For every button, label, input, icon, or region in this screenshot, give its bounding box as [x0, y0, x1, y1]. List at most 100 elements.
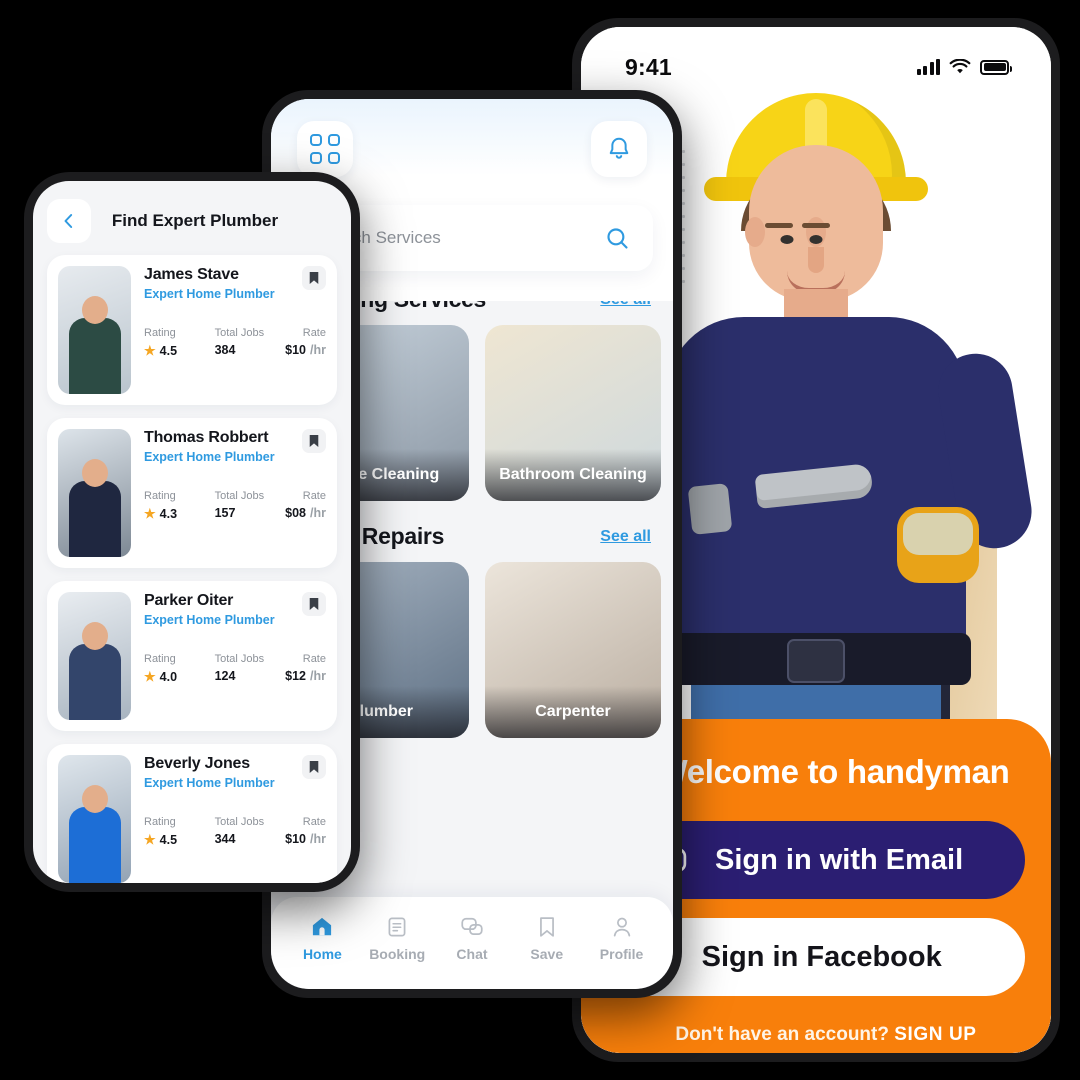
- provider-card[interactable]: Beverly Jones Expert Home Plumber Rating…: [47, 744, 337, 883]
- stat-value: $10/hr: [285, 832, 326, 846]
- see-all-home-repairs[interactable]: See all: [600, 528, 651, 546]
- provider-name-row: James Stave Expert Home Plumber: [144, 266, 326, 301]
- stat-rate: Rate $08/hr: [285, 490, 326, 522]
- provider-name-row: Beverly Jones Expert Home Plumber: [144, 755, 326, 790]
- page-title: Find Expert Plumber: [111, 211, 279, 230]
- bottom-tab-bar: Home Booking Chat Save Profile: [271, 897, 673, 989]
- stat-label: Total Jobs: [214, 490, 265, 502]
- provider-role: Expert Home Plumber: [144, 287, 275, 301]
- stat-label: Total Jobs: [214, 816, 265, 828]
- stat-label: Total Jobs: [214, 653, 265, 665]
- bookmark-button[interactable]: [302, 755, 326, 779]
- sign-in-with-email-label: Sign in with Email: [715, 843, 964, 876]
- stat-label: Rate: [302, 816, 326, 828]
- back-button[interactable]: [47, 199, 91, 243]
- stat-value: 344: [215, 832, 286, 846]
- star-icon: ★: [144, 506, 156, 521]
- service-tile[interactable]: Bathroom Cleaning: [485, 325, 661, 501]
- stat-rate: Rate $10/hr: [285, 327, 326, 359]
- stat-rating: Rating ★ 4.0: [144, 653, 215, 685]
- rating-value: 4.5: [159, 833, 178, 847]
- chat-bubbles-icon: [461, 917, 483, 936]
- provider-stats: Rating ★ 4.0 Total Jobs 124 Rate $12/hr: [144, 653, 326, 685]
- notifications-button[interactable]: [591, 121, 647, 177]
- bookmark-button[interactable]: [302, 429, 326, 453]
- grid-apps-button[interactable]: [297, 121, 353, 177]
- provider-card[interactable]: Parker Oiter Expert Home Plumber Rating …: [47, 581, 337, 731]
- stat-label: Total Jobs: [214, 327, 265, 339]
- tab-save[interactable]: Save: [512, 914, 582, 962]
- sign-in-facebook-label: Sign in Facebook: [701, 940, 942, 973]
- stat-rating: Rating ★ 4.3: [144, 490, 215, 522]
- tab-label: Profile: [599, 946, 644, 962]
- provider-card[interactable]: James Stave Expert Home Plumber Rating ★…: [47, 255, 337, 405]
- provider-name: Thomas Robbert: [144, 429, 269, 446]
- stat-value: $08/hr: [285, 506, 326, 520]
- stat-rating: Rating ★ 4.5: [144, 327, 215, 359]
- stat-value: 384: [215, 343, 286, 357]
- service-tile-label: Bathroom Cleaning: [485, 449, 661, 501]
- provider-card[interactable]: Thomas Robbert Expert Home Plumber Ratin…: [47, 418, 337, 568]
- repair-tile[interactable]: Carpenter: [485, 562, 661, 738]
- provider-role: Expert Home Plumber: [144, 776, 275, 790]
- rating-value: 4.3: [159, 507, 178, 521]
- tab-home[interactable]: Home: [287, 914, 357, 962]
- rate-unit: /hr: [310, 506, 326, 520]
- stat-label: Rating: [144, 327, 176, 339]
- provider-info: Parker Oiter Expert Home Plumber Rating …: [144, 592, 326, 720]
- status-bar-icons: [916, 59, 1012, 75]
- tab-label: Booking: [369, 946, 426, 962]
- star-icon: ★: [144, 343, 156, 358]
- provider-name: James Stave: [144, 266, 239, 283]
- provider-photo: [58, 266, 131, 394]
- stat-value: ★ 4.0: [144, 669, 215, 685]
- stat-rate: Rate $10/hr: [285, 816, 326, 848]
- provider-stats: Rating ★ 4.5 Total Jobs 384 Rate $10/hr: [144, 327, 326, 359]
- stat-rate: Rate $12/hr: [285, 653, 326, 685]
- bell-notification-icon: [609, 137, 629, 159]
- status-bar-time: 9:41: [625, 53, 672, 80]
- provider-photo: [58, 429, 131, 557]
- tab-label: Save: [530, 946, 564, 962]
- provider-info: Beverly Jones Expert Home Plumber Rating…: [144, 755, 326, 883]
- provider-list-header: Find Expert Plumber: [33, 181, 351, 255]
- total-jobs-value: 157: [214, 506, 236, 520]
- bookmark-button[interactable]: [302, 592, 326, 616]
- status-bar: 9:41: [581, 27, 1051, 91]
- tab-profile[interactable]: Profile: [587, 914, 657, 962]
- stat-label: Rating: [144, 816, 176, 828]
- bookmark-icon: [309, 598, 319, 610]
- sign-up-link[interactable]: SIGN UP: [894, 1024, 976, 1045]
- rate-value: $12: [285, 669, 307, 683]
- total-jobs-value: 384: [214, 343, 236, 357]
- provider-photo: [58, 755, 131, 883]
- battery-icon: [980, 59, 1012, 75]
- bookmark-button[interactable]: [302, 266, 326, 290]
- stat-total-jobs: Total Jobs 384: [215, 327, 286, 359]
- stat-label: Rating: [144, 653, 176, 665]
- search-icon[interactable]: [604, 225, 631, 252]
- rate-value: $08: [285, 506, 307, 520]
- provider-info: Thomas Robbert Expert Home Plumber Ratin…: [144, 429, 326, 557]
- home-icon: [313, 917, 332, 936]
- bookmark-icon: [309, 272, 319, 284]
- rating-value: 4.0: [159, 670, 178, 684]
- signup-prompt: Don't have an account? SIGN UP: [607, 1024, 1025, 1046]
- tab-chat[interactable]: Chat: [437, 914, 507, 962]
- total-jobs-value: 344: [214, 832, 236, 846]
- rate-unit: /hr: [310, 669, 326, 683]
- signup-prompt-text: Don't have an account?: [675, 1024, 889, 1045]
- mockup-stage: 9:41 Welcome to handyman Sign in with Em…: [0, 0, 1080, 1080]
- phone-provider-list: Find Expert Plumber James Stave Expert H…: [24, 172, 360, 892]
- provider-list-screen: Find Expert Plumber James Stave Expert H…: [33, 181, 351, 883]
- user-icon: [613, 917, 630, 937]
- rate-value: $10: [285, 343, 307, 357]
- rate-value: $10: [285, 832, 307, 846]
- provider-role: Expert Home Plumber: [144, 450, 275, 464]
- chevron-left-icon: [64, 214, 73, 228]
- provider-name-row: Parker Oiter Expert Home Plumber: [144, 592, 326, 627]
- tab-booking[interactable]: Booking: [362, 914, 432, 962]
- stat-value: $10/hr: [285, 343, 326, 357]
- stat-total-jobs: Total Jobs 157: [215, 490, 286, 522]
- provider-photo: [58, 592, 131, 720]
